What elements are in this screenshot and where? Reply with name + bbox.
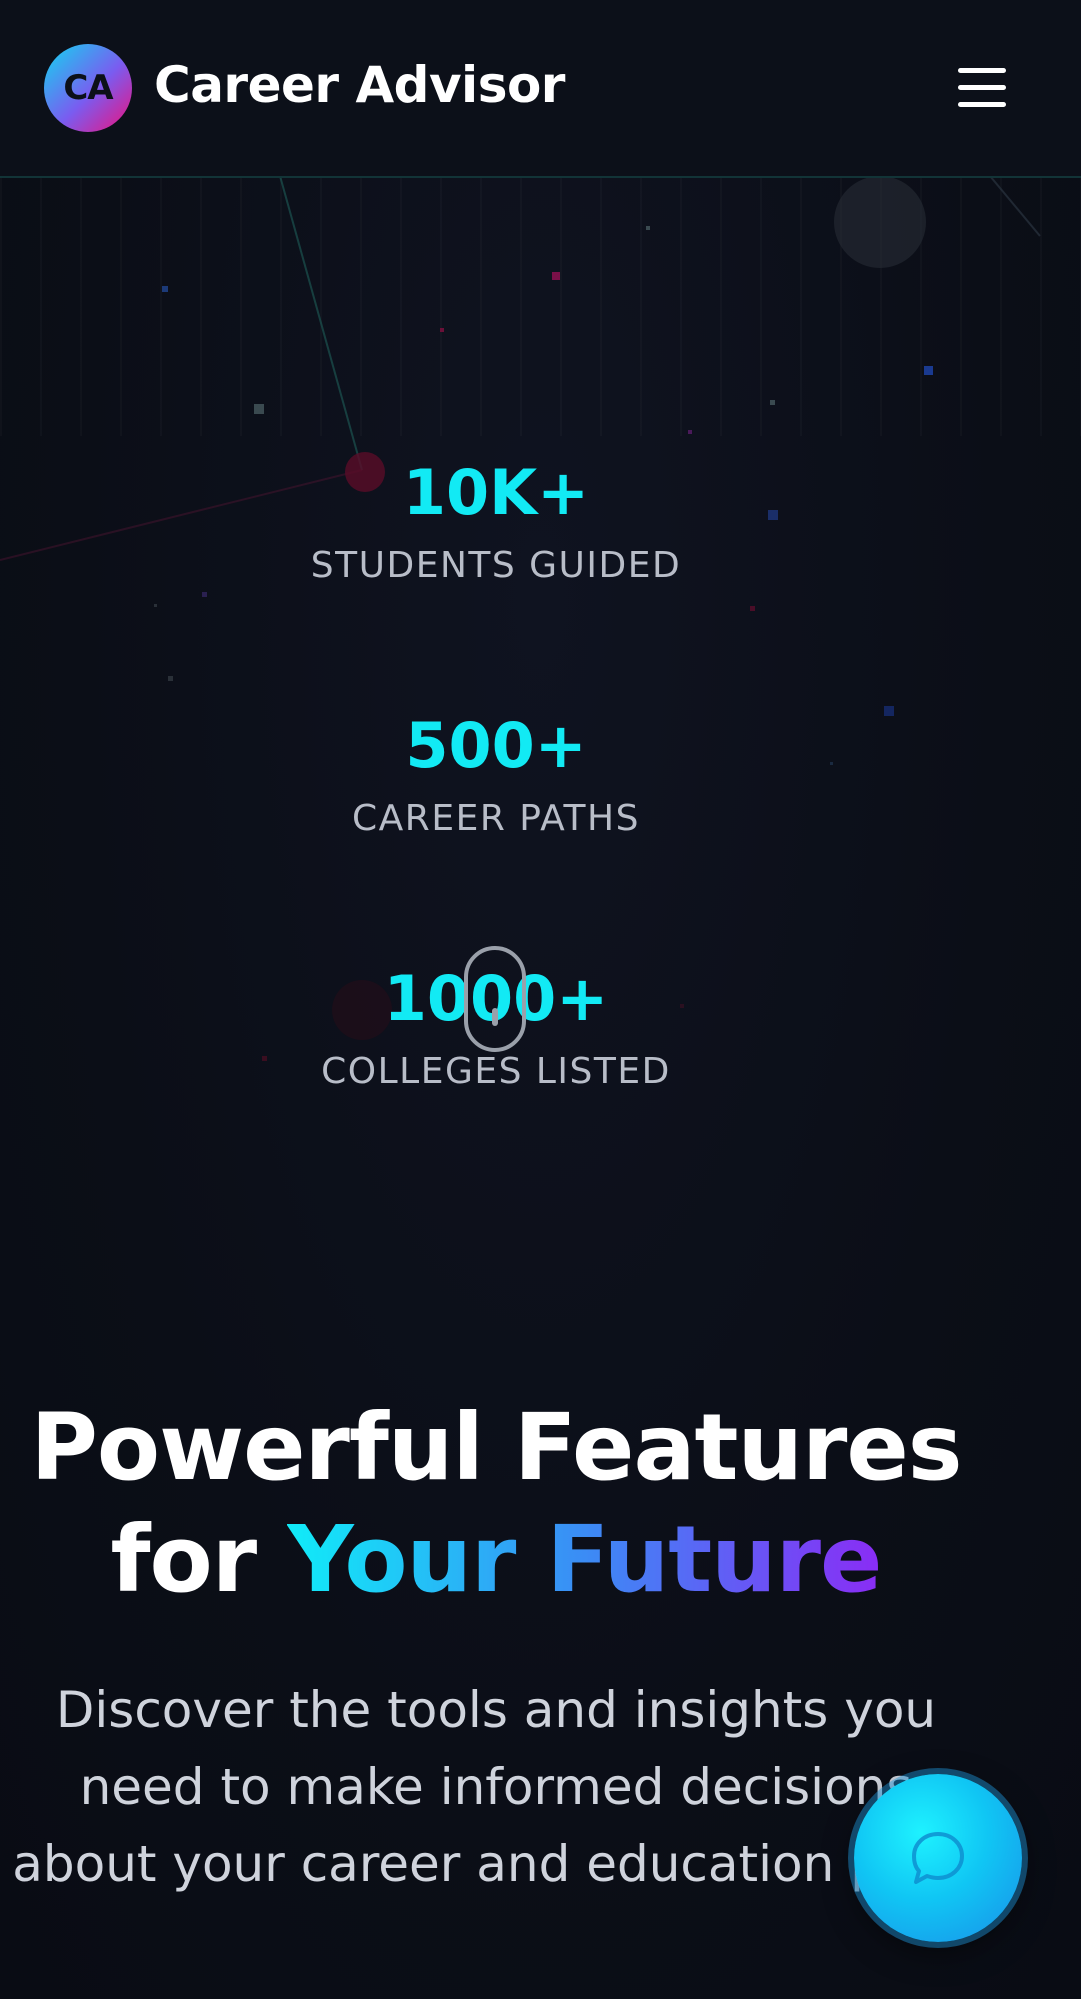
page: CA Career Advisor 10K+ STUDENTS GUIDED 5… — [0, 0, 1081, 1999]
logo-badge[interactable]: CA — [44, 44, 132, 132]
stat-value: 500+ — [405, 709, 587, 782]
hamburger-menu-icon[interactable] — [950, 60, 1014, 116]
stat-value: 10K+ — [402, 456, 590, 529]
features-heading: Powerful Features for Your Future — [0, 1392, 992, 1616]
stat-students: 10K+ STUDENTS GUIDED — [0, 462, 992, 584]
features-heading-highlight: Your Future — [287, 1506, 882, 1613]
chat-bubble-icon — [912, 1832, 964, 1884]
stat-label: CAREER PATHS — [352, 798, 640, 839]
stat-label: COLLEGES LISTED — [321, 1051, 671, 1092]
mouse-scroll-icon[interactable] — [464, 946, 526, 1052]
brand-name[interactable]: Career Advisor — [154, 56, 565, 114]
logo-text: CA — [63, 68, 113, 108]
features-heading-line1: Powerful Features — [30, 1394, 962, 1501]
top-navbar: CA Career Advisor — [0, 0, 1081, 178]
stat-career-paths: 500+ CAREER PATHS — [0, 715, 992, 837]
features-heading-for: for — [110, 1506, 288, 1613]
features-description: Discover the tools and insights you need… — [12, 1681, 980, 1893]
stat-label: STUDENTS GUIDED — [310, 545, 682, 586]
chat-button[interactable] — [854, 1774, 1022, 1942]
